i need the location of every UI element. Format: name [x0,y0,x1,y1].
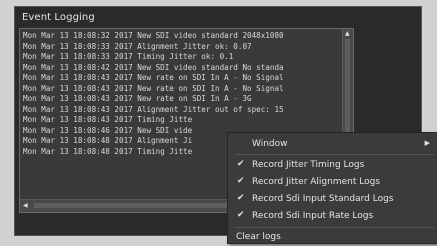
menu-item-record-jitter-timing-logs[interactable]: ✔ Record Jitter Timing Logs [228,157,437,174]
chevron-right-icon: ▶ [424,139,430,147]
log-line: Mon Mar 13 18:08:43 2017 New rate on SDI… [23,94,252,104]
log-line: Mon Mar 13 18:08:43 2017 Alignment Jitte… [23,104,284,114]
panel-title: Event Logging [22,12,95,23]
log-line: Mon Mar 13 18:08:43 2017 Timing Jitte [23,115,193,125]
log-line: Mon Mar 13 18:08:42 2017 New SDI video s… [23,62,284,72]
menu-item-label: Record Sdi Input Rate Logs [252,211,374,221]
menu-item-window[interactable]: Window ▶ [228,136,437,153]
log-line: Mon Mar 13 18:08:33 2017 Timing Jitter o… [23,52,234,62]
menu-item-record-sdi-input-standard-logs[interactable]: ✔ Record Sdi Input Standard Logs [228,191,437,208]
log-line: Mon Mar 13 18:08:32 2017 New SDI video s… [23,31,284,40]
scroll-left-arrow-icon[interactable]: ◀ [23,202,28,209]
check-icon: ✔ [237,210,245,220]
menu-item-clear-logs[interactable]: Clear logs [228,229,437,246]
menu-item-record-jitter-alignment-logs[interactable]: ✔ Record Jitter Alignment Logs [228,174,437,191]
check-icon: ✔ [237,176,245,186]
menu-item-label: Record Sdi Input Standard Logs [252,194,394,204]
check-icon: ✔ [237,193,245,203]
menu-item-label: Record Jitter Timing Logs [252,160,365,170]
horizontal-scroll-thumb[interactable] [34,203,244,208]
log-line: Mon Mar 13 18:08:43 2017 New rate on SDI… [23,73,284,83]
context-menu: Window ▶ ✔ Record Jitter Timing Logs ✔ R… [227,132,437,244]
menu-item-label: Window [252,139,288,149]
check-icon: ✔ [237,159,245,169]
menu-item-label: Clear logs [236,232,281,242]
menu-separator [235,227,434,228]
menu-item-label: Record Jitter Alignment Logs [252,177,381,187]
log-line: Mon Mar 13 18:08:33 2017 Alignment Jitte… [23,41,252,51]
scroll-up-arrow-icon[interactable]: ▲ [345,31,350,37]
menu-separator [235,154,434,155]
menu-item-record-sdi-input-rate-logs[interactable]: ✔ Record Sdi Input Rate Logs [228,208,437,225]
log-line: Mon Mar 13 18:08:43 2017 New rate on SDI… [23,83,284,93]
